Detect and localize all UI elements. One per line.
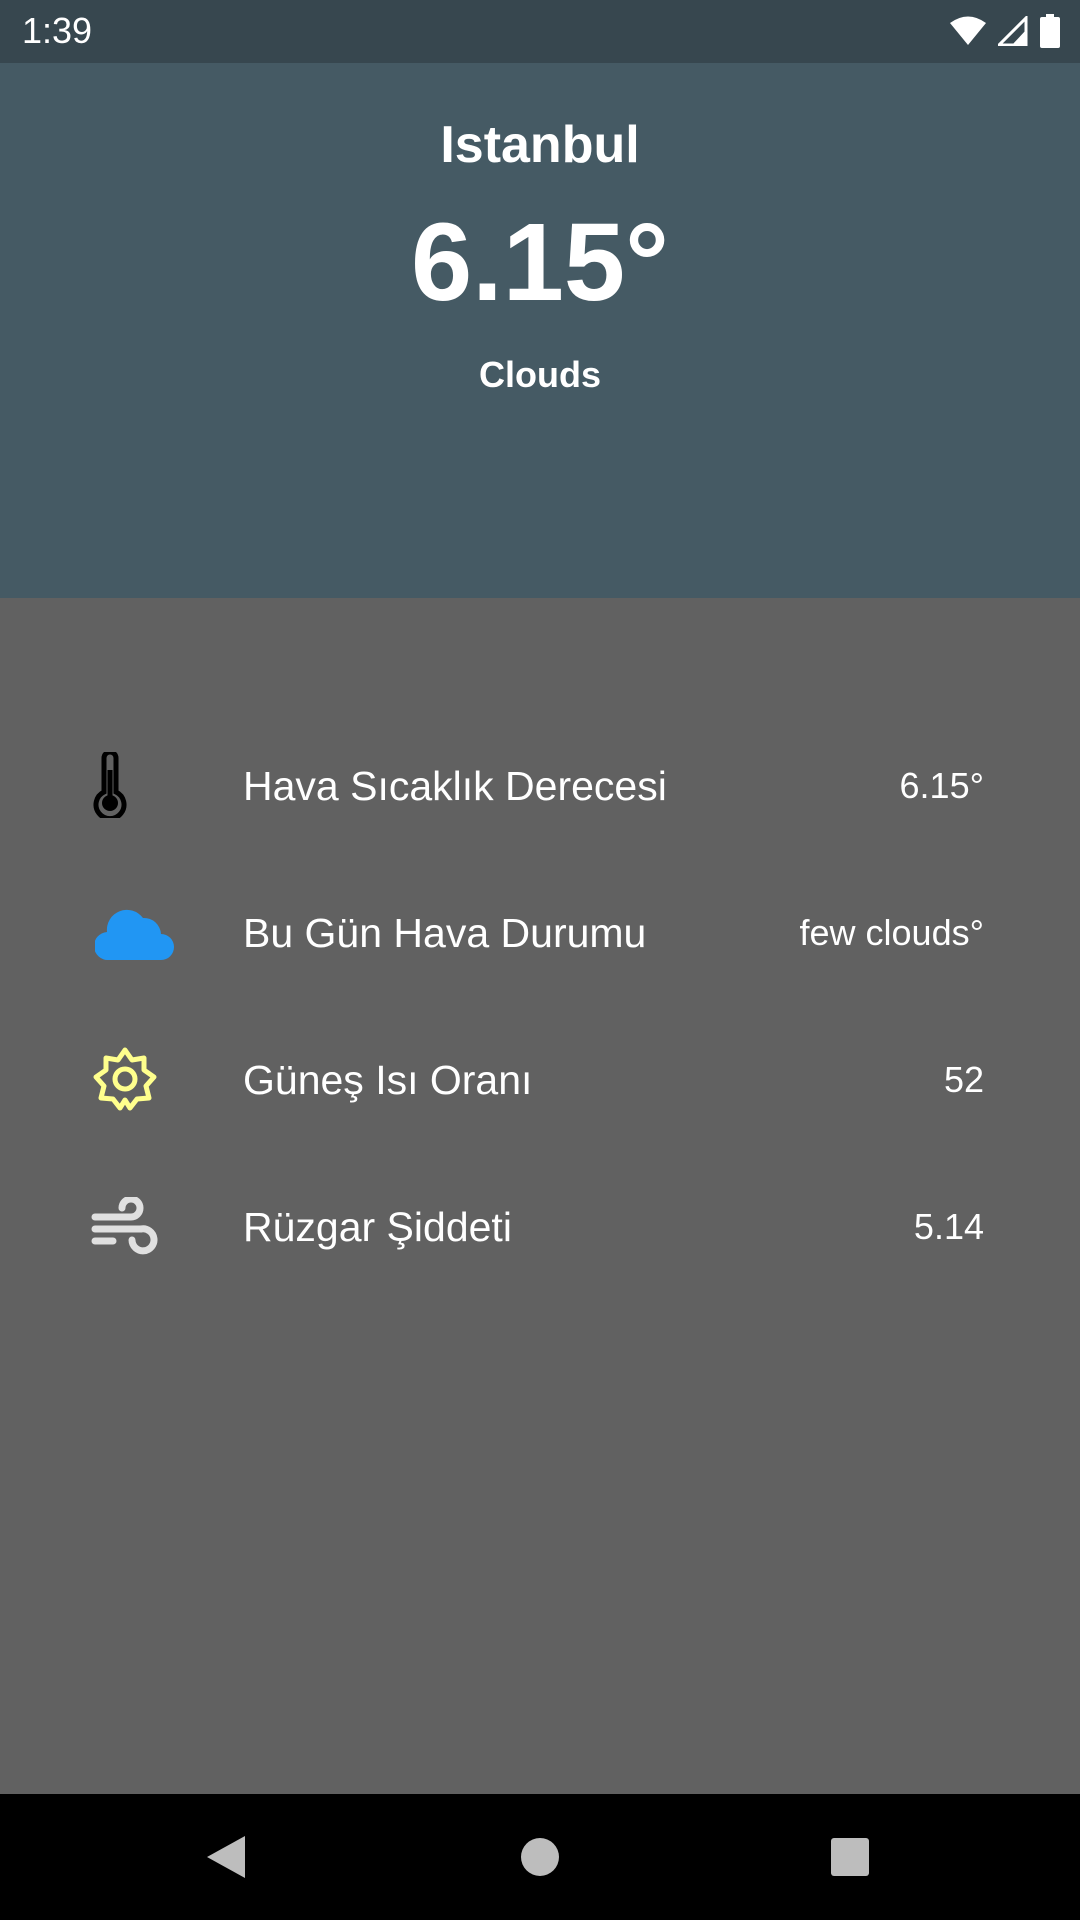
- weather-screen: 1:39 Istanbul 6.15° Clouds Hava Sıcaklık…: [0, 0, 1080, 1920]
- list-item-value: 6.15°: [899, 765, 984, 806]
- list-item-wind: Rüzgar Şiddeti 5.14: [0, 1153, 1080, 1300]
- status-bar: 1:39: [0, 0, 1080, 63]
- status-time: 1:39: [22, 10, 93, 51]
- home-icon: [521, 1838, 559, 1876]
- list-item-value: 5.14: [913, 1206, 984, 1247]
- list-item-label: Rüzgar Şiddeti: [243, 1204, 512, 1250]
- back-icon: [207, 1836, 245, 1878]
- recents-button[interactable]: [820, 1827, 880, 1887]
- list-item-value: 52: [943, 1059, 984, 1100]
- wind-icon: [80, 1186, 170, 1266]
- status-icons: [950, 12, 1060, 50]
- cloud-icon: [90, 892, 180, 972]
- home-button[interactable]: [510, 1827, 570, 1887]
- sun-icon: [80, 1039, 170, 1119]
- list-item-label: Hava Sıcaklık Derecesi: [243, 763, 667, 809]
- weather-details-list: Hava Sıcaklık Derecesi 6.15° Bu Gün Hava…: [0, 598, 1080, 1794]
- list-item-label: Bu Gün Hava Durumu: [243, 910, 647, 956]
- current-temperature: 6.15°: [410, 201, 670, 324]
- battery-icon: [1040, 14, 1060, 48]
- list-item-temperature: Hava Sıcaklık Derecesi 6.15°: [0, 712, 1080, 859]
- weather-condition: Clouds: [479, 354, 601, 395]
- weather-header: Istanbul 6.15° Clouds: [0, 63, 1080, 598]
- navigation-bar: [0, 1794, 1080, 1920]
- wifi-icon: [950, 16, 986, 45]
- list-item-label: Güneş Isı Oranı: [243, 1057, 533, 1103]
- city-name: Istanbul: [440, 116, 640, 174]
- list-item-value: few clouds°: [799, 912, 984, 953]
- thermometer-icon: [80, 745, 140, 825]
- back-button[interactable]: [196, 1827, 256, 1887]
- recents-icon: [831, 1838, 869, 1876]
- list-item-sun: Güneş Isı Oranı 52: [0, 1006, 1080, 1153]
- list-item-condition: Bu Gün Hava Durumu few clouds°: [0, 859, 1080, 1006]
- signal-icon: [998, 16, 1028, 46]
